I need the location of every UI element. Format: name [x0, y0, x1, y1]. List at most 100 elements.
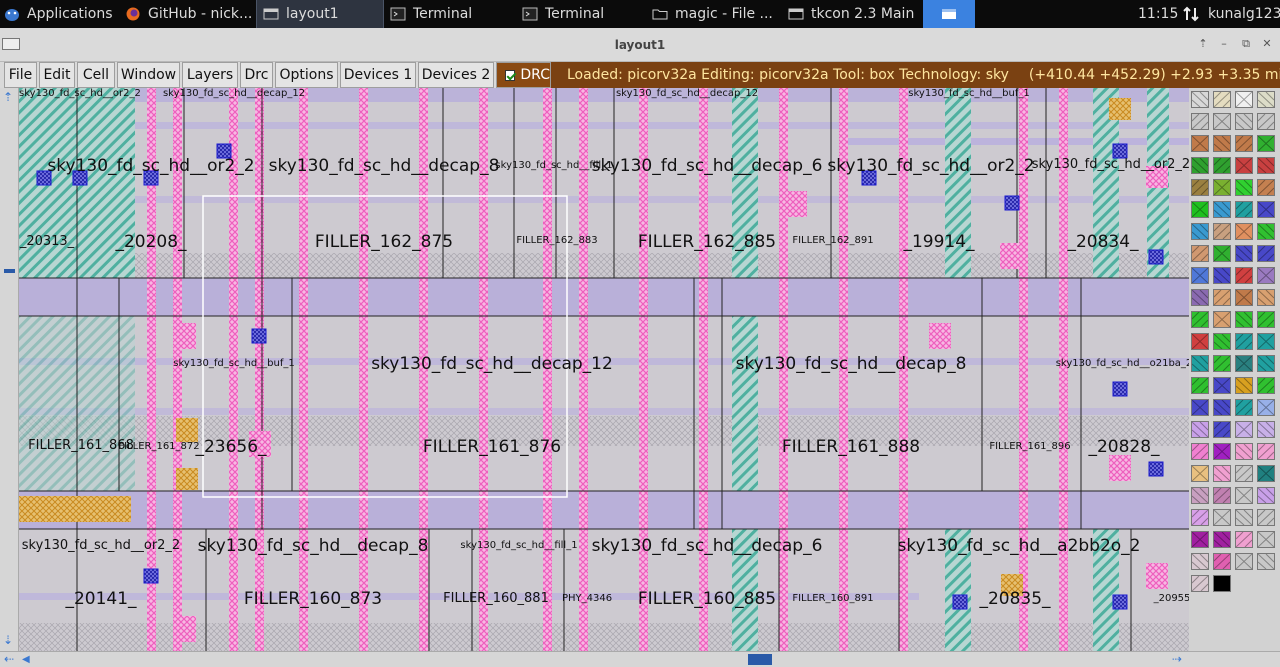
layer-swatch[interactable] — [1191, 421, 1209, 438]
layer-swatch[interactable] — [1191, 245, 1209, 262]
layer-swatch[interactable] — [1191, 333, 1209, 350]
window-titlebar[interactable]: layout1 ⇡ – ⧉ ✕ — [0, 28, 1280, 62]
layer-swatch[interactable] — [1213, 179, 1231, 196]
layer-swatch[interactable] — [1257, 465, 1275, 482]
layer-swatch[interactable] — [1257, 421, 1275, 438]
menu-layers[interactable]: Layers — [182, 62, 238, 88]
layer-swatch[interactable] — [1235, 113, 1253, 130]
layer-swatch[interactable] — [1213, 399, 1231, 416]
taskbar-item-tkcon[interactable]: tkcon 2.3 Main — [788, 0, 916, 28]
layer-swatch[interactable] — [1235, 311, 1253, 328]
layer-swatch[interactable] — [1191, 509, 1209, 526]
layer-swatch[interactable] — [1191, 465, 1209, 482]
layer-swatch[interactable] — [1235, 443, 1253, 460]
layer-swatch[interactable] — [1235, 333, 1253, 350]
close-icon[interactable]: ✕ — [1259, 37, 1275, 51]
layer-swatch[interactable] — [1235, 355, 1253, 372]
layer-swatch[interactable] — [1213, 443, 1231, 460]
shade-icon[interactable]: ⇡ — [1195, 37, 1211, 51]
layer-swatch[interactable] — [1213, 465, 1231, 482]
layer-swatch[interactable] — [1191, 135, 1209, 152]
layer-swatch[interactable] — [1235, 377, 1253, 394]
layer-swatch[interactable] — [1257, 509, 1275, 526]
layer-swatch[interactable] — [1257, 179, 1275, 196]
layer-swatch[interactable] — [1235, 509, 1253, 526]
layer-swatch[interactable] — [1191, 443, 1209, 460]
layer-swatch[interactable] — [1235, 421, 1253, 438]
layer-swatch[interactable] — [1257, 355, 1275, 372]
layer-swatch[interactable] — [1235, 531, 1253, 548]
layer-swatch[interactable] — [1213, 575, 1231, 592]
layer-swatch[interactable] — [1213, 531, 1231, 548]
scroll-right-icon[interactable]: ⇢ — [1172, 652, 1182, 666]
layer-swatch[interactable] — [1213, 311, 1231, 328]
layer-swatch[interactable] — [1257, 399, 1275, 416]
menu-devices-2[interactable]: Devices 2 — [418, 62, 494, 88]
layer-swatch[interactable] — [1213, 113, 1231, 130]
layer-swatch[interactable] — [1235, 267, 1253, 284]
layer-swatch[interactable] — [1191, 377, 1209, 394]
layer-swatch[interactable] — [1191, 157, 1209, 174]
layer-swatch[interactable] — [1235, 465, 1253, 482]
layer-swatch[interactable] — [1213, 91, 1231, 108]
layer-swatch[interactable] — [1191, 179, 1209, 196]
layer-swatch[interactable] — [1235, 201, 1253, 218]
scroll-left-arrow-icon[interactable]: ◀ — [22, 654, 32, 665]
layer-swatch[interactable] — [1191, 531, 1209, 548]
horizontal-scrollbar[interactable]: ⇠ ◀ ⇢ — [0, 651, 1280, 667]
scroll-up-icon[interactable]: ⇡ — [3, 90, 15, 104]
layer-swatch[interactable] — [1213, 267, 1231, 284]
layer-swatch[interactable] — [1213, 157, 1231, 174]
drc-toggle[interactable]: DRC — [496, 62, 551, 88]
layer-swatch[interactable] — [1191, 223, 1209, 240]
layer-swatch[interactable] — [1235, 223, 1253, 240]
scroll-down-icon[interactable]: ⇣ — [3, 633, 15, 647]
layer-swatch[interactable] — [1257, 531, 1275, 548]
layer-swatch[interactable] — [1257, 333, 1275, 350]
layer-swatch[interactable] — [1235, 135, 1253, 152]
show-desktop-button[interactable] — [923, 0, 975, 28]
layer-swatch[interactable] — [1191, 113, 1209, 130]
layer-swatch[interactable] — [1191, 311, 1209, 328]
minimize-icon[interactable]: – — [1216, 37, 1232, 51]
taskbar-item-layout1[interactable]: layout1 — [256, 0, 384, 28]
scroll-thumb[interactable] — [748, 654, 772, 665]
layer-swatch[interactable] — [1213, 135, 1231, 152]
layer-swatch[interactable] — [1213, 201, 1231, 218]
layer-swatch[interactable] — [1213, 487, 1231, 504]
layer-swatch[interactable] — [1257, 91, 1275, 108]
menu-edit[interactable]: Edit — [39, 62, 75, 88]
layer-swatch[interactable] — [1191, 399, 1209, 416]
layer-swatch[interactable] — [1235, 157, 1253, 174]
layer-swatch[interactable] — [1257, 377, 1275, 394]
layer-swatch[interactable] — [1257, 223, 1275, 240]
taskbar-item-file-manager[interactable]: magic - File ... — [652, 0, 778, 28]
layer-swatch[interactable] — [1235, 91, 1253, 108]
layer-swatch[interactable] — [1213, 289, 1231, 306]
layer-swatch[interactable] — [1191, 289, 1209, 306]
layer-swatch[interactable] — [1191, 575, 1209, 592]
layer-swatch[interactable] — [1213, 355, 1231, 372]
layer-swatch[interactable] — [1257, 311, 1275, 328]
scroll-thumb[interactable] — [4, 269, 15, 273]
layer-swatch[interactable] — [1257, 443, 1275, 460]
taskbar-item-github[interactable]: GitHub - nick... — [125, 0, 251, 28]
layer-swatch[interactable] — [1235, 289, 1253, 306]
menu-drc[interactable]: Drc — [240, 62, 273, 88]
layer-swatch[interactable] — [1257, 267, 1275, 284]
layer-swatch[interactable] — [1213, 245, 1231, 262]
drc-checkbox[interactable] — [505, 69, 516, 81]
layer-swatch[interactable] — [1213, 421, 1231, 438]
scroll-left-icon[interactable]: ⇠ — [4, 652, 14, 666]
layer-swatch[interactable] — [1191, 487, 1209, 504]
user-menu[interactable]: kunalg123 — [1208, 0, 1280, 28]
layer-swatch[interactable] — [1191, 553, 1209, 570]
menu-window[interactable]: Window — [117, 62, 180, 88]
layer-swatch[interactable] — [1213, 509, 1231, 526]
layer-swatch[interactable] — [1257, 245, 1275, 262]
layer-swatch[interactable] — [1257, 289, 1275, 306]
taskbar-item-terminal-1[interactable]: Terminal — [390, 0, 512, 28]
layer-swatch[interactable] — [1213, 377, 1231, 394]
layer-swatch[interactable] — [1191, 267, 1209, 284]
layer-swatch[interactable] — [1235, 487, 1253, 504]
